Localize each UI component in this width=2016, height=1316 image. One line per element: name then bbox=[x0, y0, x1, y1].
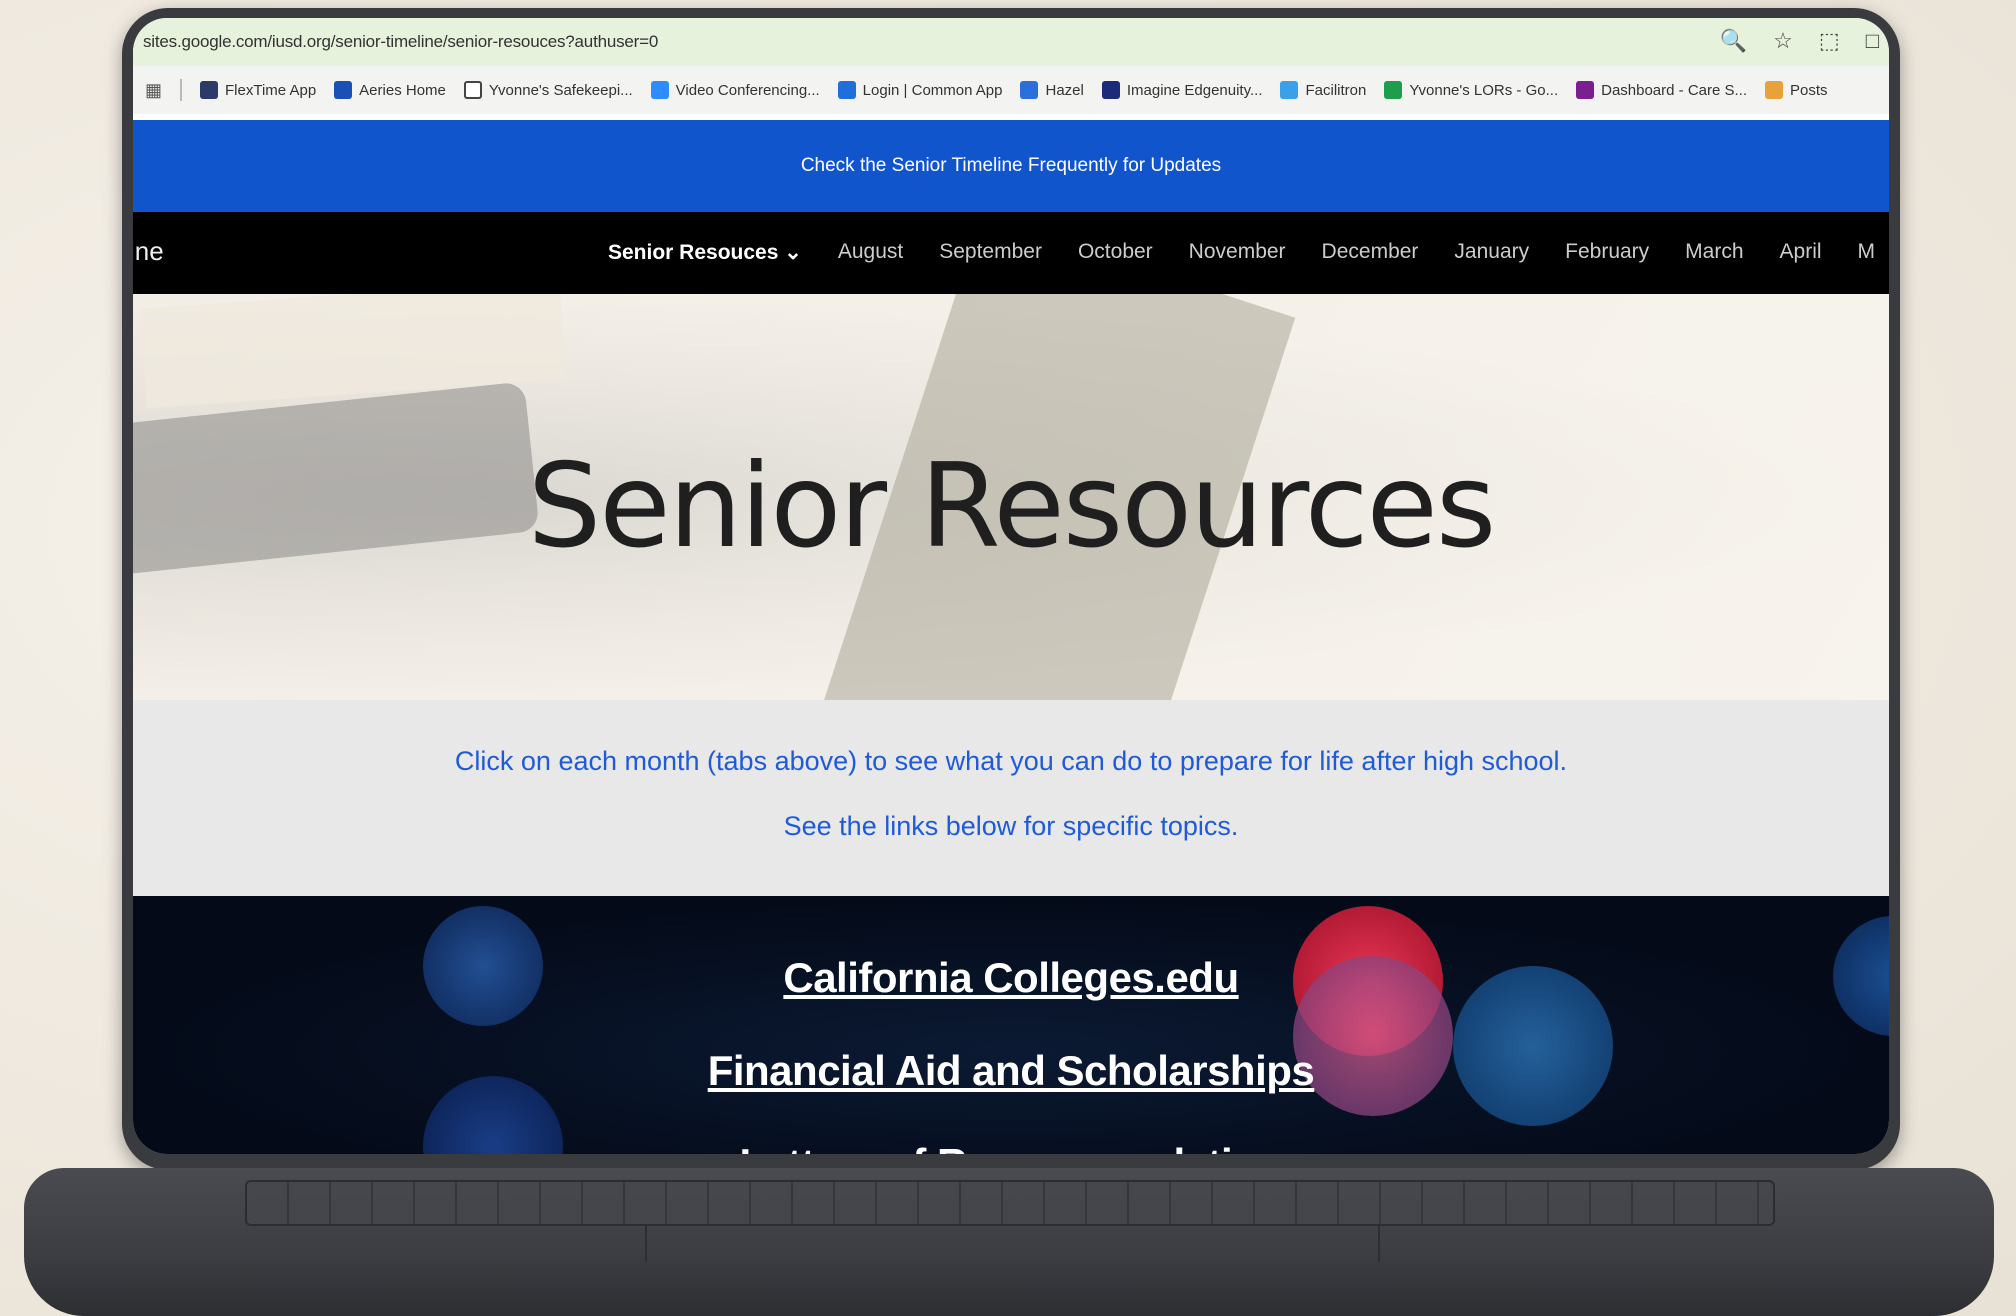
bookmark-label: Dashboard - Care S... bbox=[1601, 81, 1748, 99]
star-icon[interactable]: ☆ bbox=[1773, 28, 1793, 54]
bookmark-item[interactable]: Dashboard - Care S... bbox=[1576, 81, 1747, 99]
extensions-icon[interactable]: ⬚ bbox=[1819, 28, 1840, 54]
nav-tab[interactable]: October bbox=[1078, 240, 1153, 265]
bookmark-item[interactable]: FlexTime App bbox=[200, 81, 316, 99]
facilitron-icon bbox=[1280, 81, 1299, 99]
site-brand-fragment[interactable]: ine bbox=[133, 236, 164, 267]
nav-tab[interactable]: December bbox=[1322, 240, 1419, 265]
bookmark-label: Imagine Edgenuity... bbox=[1126, 81, 1263, 99]
flextime-icon bbox=[200, 81, 219, 99]
bookmark-item[interactable]: Aeries Home bbox=[334, 81, 446, 99]
info-line-1: Click on each month (tabs above) to see … bbox=[454, 746, 1568, 776]
links-section: California Colleges.edu Financial Aid an… bbox=[133, 896, 1889, 1154]
bookmark-item[interactable]: Facilitron bbox=[1280, 81, 1366, 99]
nav-tab[interactable]: March bbox=[1685, 240, 1743, 265]
nav-tab[interactable]: September bbox=[939, 240, 1042, 265]
nav-tab-label: August bbox=[837, 240, 904, 263]
edgenuity-icon bbox=[1101, 81, 1120, 99]
dashboard-icon bbox=[1576, 81, 1595, 99]
bookmark-label: Login | Common App bbox=[862, 81, 1003, 99]
bookmark-item[interactable]: Video Conferencing... bbox=[650, 81, 820, 99]
laptop-screen: sites.google.com/iusd.org/senior-timelin… bbox=[133, 18, 1889, 1154]
nav-tab-label: October bbox=[1077, 240, 1153, 263]
laptop-keyboard bbox=[245, 1180, 1775, 1226]
site-nav: ine Senior Resouces ⌄ August September Octo… bbox=[133, 212, 1889, 294]
nav-tab[interactable]: April bbox=[1780, 240, 1822, 265]
california-colleges-link[interactable]: California Colleges.edu bbox=[133, 954, 1889, 1002]
banner-text: Check the Senior Timeline Frequently for… bbox=[800, 155, 1222, 176]
hazel-icon bbox=[1020, 81, 1039, 99]
bookmark-item[interactable]: Yvonne's Safekeepi... bbox=[463, 81, 633, 99]
bookmark-item[interactable]: Posts bbox=[1765, 81, 1828, 99]
bookmark-item[interactable]: Login | Common App bbox=[837, 81, 1003, 99]
sheets-icon bbox=[1384, 81, 1403, 99]
zoom-icon[interactable]: 🔍 bbox=[1720, 28, 1747, 54]
zoom-icon bbox=[650, 81, 669, 99]
bookmark-label: Facilitron bbox=[1305, 81, 1367, 99]
nav-tab-label: March bbox=[1685, 240, 1744, 263]
bookmarks-bar: ▦ FlexTime App Aeries Home Yvonne's Safeke… bbox=[133, 66, 1889, 114]
nav-tab[interactable]: August bbox=[838, 240, 903, 265]
info-line-2: See the links below for specific topics. bbox=[783, 811, 1239, 841]
letters-of-recommendation-link[interactable]: Letters of Recommendation bbox=[133, 1140, 1889, 1154]
window-icon[interactable]: □ bbox=[1866, 28, 1879, 54]
nav-tabs: Senior Resouces ⌄ August September October N… bbox=[608, 240, 1875, 265]
nav-tab-label: January bbox=[1454, 240, 1530, 263]
posts-icon bbox=[1765, 81, 1784, 99]
bookmark-label: Posts bbox=[1790, 81, 1828, 99]
bookmarks-separator bbox=[180, 79, 183, 101]
commonapp-icon bbox=[837, 81, 856, 99]
page-title: Senior Resources bbox=[527, 439, 1497, 574]
bookmark-label: Yvonne's Safekeepi... bbox=[488, 81, 633, 99]
nav-tab-label: M bbox=[1857, 240, 1876, 263]
address-bar[interactable]: sites.google.com/iusd.org/senior-timelin… bbox=[133, 18, 1889, 66]
financial-aid-link[interactable]: Financial Aid and Scholarships bbox=[133, 1047, 1889, 1095]
hero-section: Senior Resources bbox=[133, 294, 1889, 700]
nav-tab[interactable]: February bbox=[1565, 240, 1649, 265]
apps-grid-icon[interactable]: ▦ bbox=[145, 80, 162, 101]
chevron-down-icon: ⌄ bbox=[778, 241, 802, 264]
folder-icon bbox=[463, 81, 482, 99]
url-text[interactable]: sites.google.com/iusd.org/senior-timelin… bbox=[143, 32, 658, 52]
nav-tab-label: September bbox=[939, 240, 1042, 263]
bookmark-label: Yvonne's LORs - Go... bbox=[1409, 81, 1559, 99]
bookmark-label: FlexTime App bbox=[225, 81, 317, 99]
laptop-trackpad bbox=[645, 1226, 1380, 1262]
bookmark-label: Hazel bbox=[1045, 81, 1084, 99]
bookmarks-list: FlexTime App Aeries Home Yvonne's Safekeep… bbox=[200, 81, 1828, 99]
info-section: Click on each month (tabs above) to see … bbox=[133, 700, 1889, 896]
nav-tab[interactable]: M bbox=[1858, 240, 1876, 265]
site-banner: Check the Senior Timeline Frequently for… bbox=[133, 120, 1889, 212]
bookmark-item[interactable]: Yvonne's LORs - Go... bbox=[1384, 81, 1558, 99]
nav-tab-label: November bbox=[1188, 240, 1286, 263]
nav-tab-label: December bbox=[1321, 240, 1419, 263]
nav-tab[interactable]: January bbox=[1454, 240, 1529, 265]
nav-tab-label: April bbox=[1779, 240, 1822, 263]
aeries-icon bbox=[334, 81, 353, 99]
nav-tab-label: Senior Resouces bbox=[608, 241, 779, 264]
nav-tab[interactable]: November bbox=[1189, 240, 1286, 265]
nav-tab[interactable]: Senior Resouces ⌄ bbox=[608, 240, 802, 265]
address-bar-icons: 🔍 ☆ ⬚ □ bbox=[1720, 28, 1879, 54]
bookmark-label: Aeries Home bbox=[359, 81, 446, 99]
nav-tab-label: February bbox=[1565, 240, 1650, 263]
bookmark-item[interactable]: Hazel bbox=[1020, 81, 1084, 99]
bookmark-label: Video Conferencing... bbox=[675, 81, 820, 99]
bookmark-item[interactable]: Imagine Edgenuity... bbox=[1101, 81, 1263, 99]
